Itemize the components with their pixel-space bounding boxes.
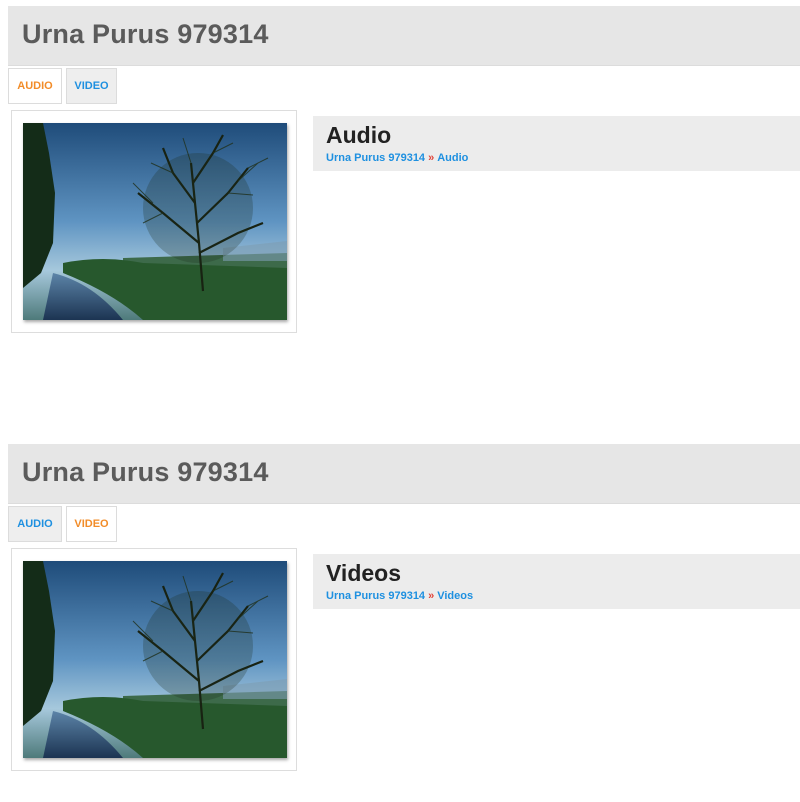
breadcrumb: Urna Purus 979314» Videos [326,590,473,602]
section-title: Audio [326,122,392,148]
landscape-tree-thumbnail[interactable] [23,123,287,320]
breadcrumb-current-link[interactable]: Videos [437,590,473,602]
breadcrumb-separator: » [428,590,435,602]
thumbnail-frame [11,548,297,771]
section-title: Videos [326,560,401,586]
tab-audio[interactable]: AUDIO [8,506,62,542]
breadcrumb: Urna Purus 979314» Audio [326,152,468,164]
page-title: Urna Purus 979314 [22,457,269,487]
breadcrumb-home-link[interactable]: Urna Purus 979314 [326,590,425,602]
section-header: Audio Urna Purus 979314» Audio [313,116,800,171]
landscape-tree-image [23,123,287,320]
title-bar: Urna Purus 979314 [8,444,800,504]
landscape-tree-thumbnail[interactable] [23,561,287,758]
page-title: Urna Purus 979314 [22,19,269,49]
breadcrumb-home-link[interactable]: Urna Purus 979314 [326,152,425,164]
tab-audio[interactable]: AUDIO [8,68,62,104]
breadcrumb-separator: » [428,152,435,164]
tab-video[interactable]: VIDEO [66,68,117,104]
tab-video[interactable]: VIDEO [66,506,117,542]
landscape-tree-image [23,561,287,758]
title-bar: Urna Purus 979314 [8,6,800,66]
breadcrumb-current-link[interactable]: Audio [437,152,468,164]
thumbnail-frame [11,110,297,333]
section-header: Videos Urna Purus 979314» Videos [313,554,800,609]
